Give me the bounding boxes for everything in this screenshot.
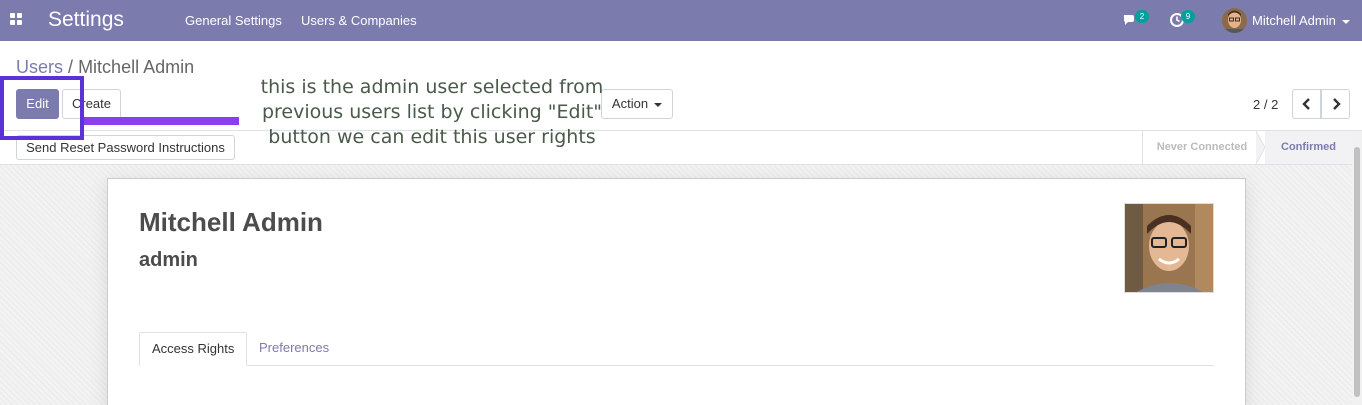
chevron-left-icon xyxy=(1301,98,1310,110)
stage-confirmed[interactable]: Confirmed xyxy=(1265,131,1352,164)
chevron-down-icon xyxy=(654,102,663,107)
pager-value: 2 / 2 xyxy=(1253,97,1279,112)
chevron-down-icon xyxy=(1341,19,1350,24)
user-menu[interactable]: Mitchell Admin xyxy=(1252,13,1350,28)
pager-next-button[interactable] xyxy=(1321,89,1350,119)
annotation-line-3: button we can edit this user rights xyxy=(268,126,596,148)
form-sheet: Mitchell Admin admin Access Rights Prefe… xyxy=(107,178,1246,405)
user-login: admin xyxy=(139,249,198,271)
activities-badge: 9 xyxy=(1181,10,1195,23)
top-navbar: Settings General Settings Users & Compan… xyxy=(0,0,1362,41)
scrollbar-thumb[interactable] xyxy=(1354,147,1360,397)
annotation-text: this is the admin user selected from pre… xyxy=(252,75,612,150)
chevron-right-icon xyxy=(1332,98,1341,110)
apps-icon[interactable] xyxy=(10,13,24,27)
annotation-pointer-line xyxy=(84,117,239,125)
breadcrumb-separator: / xyxy=(68,57,74,77)
user-photo[interactable] xyxy=(1124,203,1214,293)
messages-badge: 2 xyxy=(1135,10,1149,23)
notebook-tabs: Access Rights Preferences xyxy=(139,332,1214,366)
status-bar: Send Reset Password Instructions Never C… xyxy=(0,130,1362,165)
tab-preferences[interactable]: Preferences xyxy=(247,332,341,366)
annotation-line-2: previous users list by clicking "Edit" xyxy=(261,101,603,123)
menu-users-companies[interactable]: Users & Companies xyxy=(301,13,417,28)
annotation-line-1: this is the admin user selected from xyxy=(260,76,604,98)
scrollbar[interactable] xyxy=(1352,131,1362,405)
menu-general-settings[interactable]: General Settings xyxy=(185,13,282,28)
action-button-label: Action xyxy=(611,96,649,111)
breadcrumb: Users / Mitchell Admin xyxy=(16,57,194,78)
avatar[interactable] xyxy=(1222,8,1247,33)
user-menu-name: Mitchell Admin xyxy=(1252,13,1336,28)
app-title[interactable]: Settings xyxy=(48,8,124,32)
user-name-title: Mitchell Admin xyxy=(139,207,323,237)
breadcrumb-users-link[interactable]: Users xyxy=(16,57,63,77)
stage-never-connected[interactable]: Never Connected xyxy=(1143,131,1261,164)
tab-access-rights[interactable]: Access Rights xyxy=(139,332,248,366)
pager-previous-button[interactable] xyxy=(1292,89,1321,119)
annotation-highlight-box xyxy=(0,76,84,140)
breadcrumb-current: Mitchell Admin xyxy=(78,57,195,77)
